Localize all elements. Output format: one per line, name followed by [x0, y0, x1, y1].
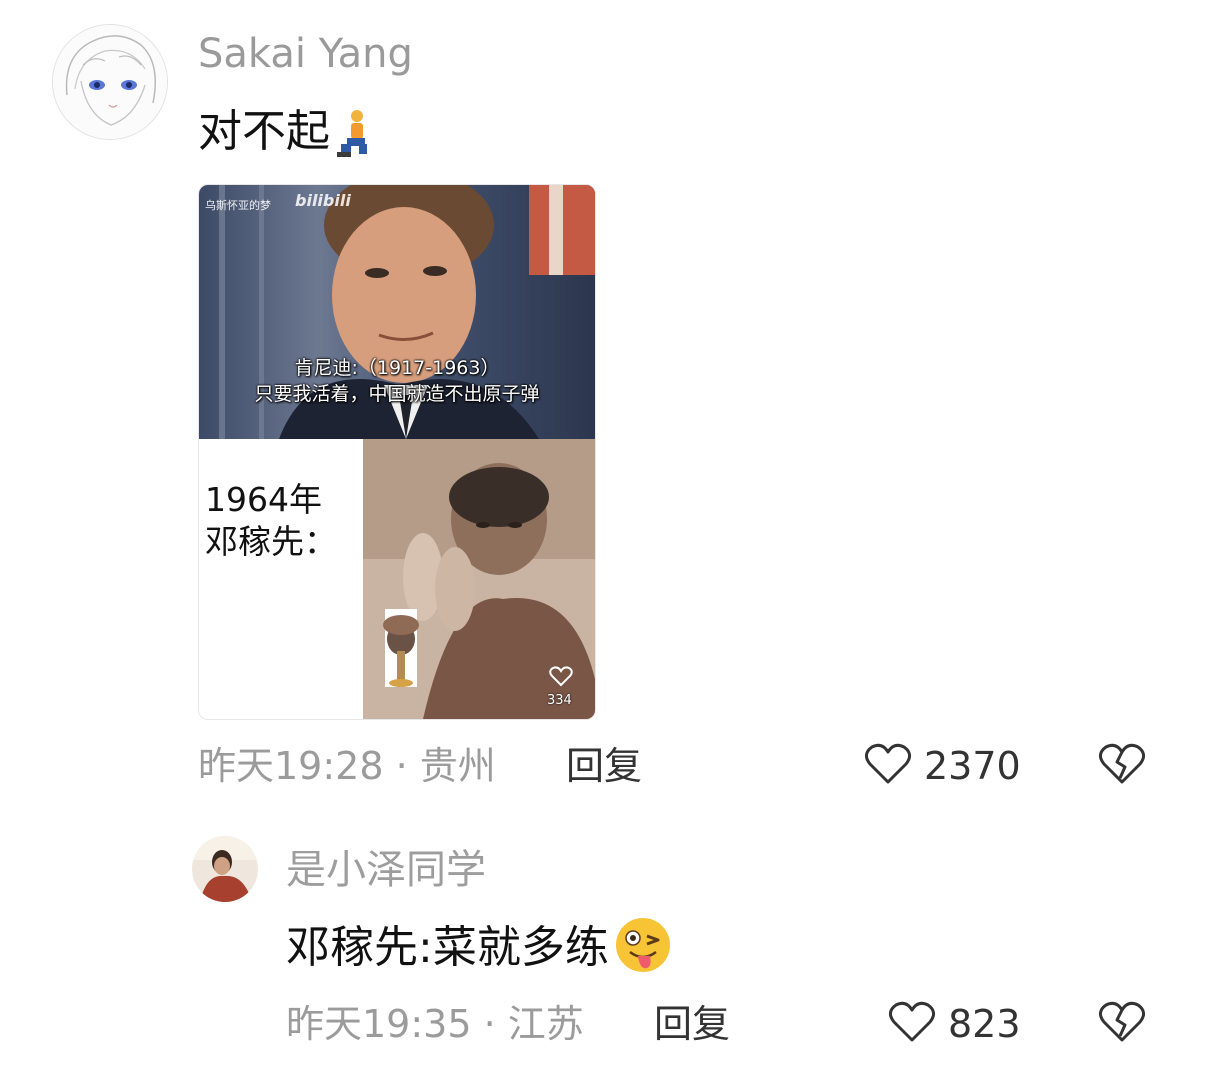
reply-avatar[interactable]	[192, 836, 258, 902]
year-panel: 1964年 邓稼先：	[199, 439, 363, 719]
year-line-1: 1964年	[205, 480, 322, 519]
reply-username[interactable]: 是小泽同学	[286, 850, 486, 890]
kennedy-photo: 乌斯怀亚的梦 bilibili 肯尼迪:（1917-1963） 只要我活着，中国…	[199, 185, 595, 439]
year-label: 1964年 邓稼先：	[205, 479, 337, 563]
heart-icon[interactable]	[864, 742, 912, 786]
comment-meta: 昨天19:28 · 贵州	[198, 744, 496, 788]
bilibili-logo-icon: bilibili	[295, 191, 351, 210]
comment-body: 对不起	[198, 106, 375, 158]
comment-text: 对不起	[198, 106, 330, 157]
reply-like-count: 823	[948, 1002, 1021, 1046]
like-count: 2370	[924, 744, 1021, 788]
watermark-text: 乌斯怀亚的梦	[205, 199, 271, 212]
comment-image[interactable]: 乌斯怀亚的梦 bilibili 肯尼迪:（1917-1963） 只要我活着，中国…	[198, 184, 596, 720]
year-line-2: 邓稼先：	[205, 522, 337, 561]
reply-heart-icon[interactable]	[888, 1000, 936, 1044]
kneeling-person-icon	[337, 110, 368, 157]
winking-tongue-icon	[615, 918, 670, 972]
reply-body: 邓稼先:菜就多练	[286, 916, 672, 973]
image-heart-icon[interactable]	[549, 665, 573, 687]
dislike-broken-heart-icon[interactable]	[1098, 742, 1146, 786]
caption-line-2: 只要我活着，中国就造不出原子弹	[254, 383, 540, 405]
comment-username[interactable]: Sakai Yang	[198, 34, 413, 74]
reply-meta: 昨天19:35 · 江苏	[286, 1002, 584, 1046]
reply-reply-button[interactable]: 回复	[654, 1004, 730, 1044]
reply-button[interactable]: 回复	[566, 746, 642, 786]
reply-dislike-broken-heart-icon[interactable]	[1098, 1000, 1146, 1044]
reply-text: 邓稼先:菜就多练	[286, 922, 609, 973]
image-like-count: 334	[547, 693, 572, 708]
caption-line-1: 肯尼迪:（1917-1963）	[294, 357, 500, 379]
anime-avatar-drawing	[53, 25, 167, 139]
user-avatar[interactable]	[52, 24, 168, 140]
